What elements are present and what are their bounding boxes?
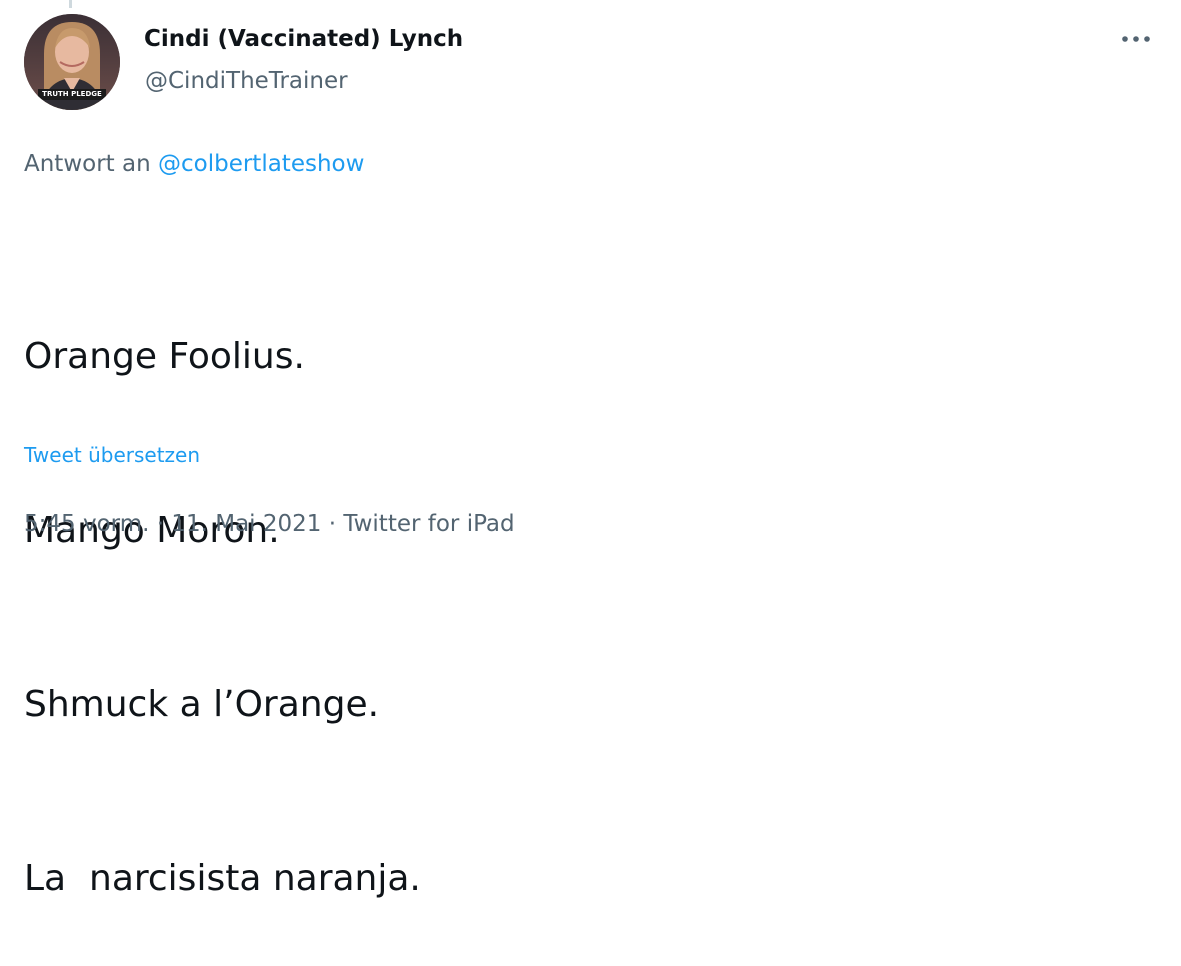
tweet-text: Orange Foolius. Mango Moron. Shmuck a l’… bbox=[24, 212, 421, 966]
reply-to-handle-link[interactable]: @colbertlateshow bbox=[158, 151, 364, 177]
more-horizontal-icon bbox=[1122, 36, 1150, 42]
author-handle[interactable]: @CindiTheTrainer bbox=[145, 66, 348, 96]
meta-separator: · bbox=[149, 511, 172, 537]
tweet-date[interactable]: 11. Mai 2021 bbox=[171, 511, 321, 537]
tweet-source[interactable]: Twitter for iPad bbox=[343, 511, 514, 537]
reply-context: Antwort an @colbertlateshow bbox=[24, 149, 364, 179]
reply-prefix: Antwort an bbox=[24, 151, 151, 177]
tweet-metadata: 5:45 vorm. · 11. Mai 2021 · Twitter for … bbox=[24, 509, 515, 539]
translate-tweet-link[interactable]: Tweet übersetzen bbox=[24, 441, 200, 469]
avatar-badge: TRUTH PLEDGE bbox=[38, 89, 106, 100]
meta-separator: · bbox=[321, 511, 344, 537]
tweet-time[interactable]: 5:45 vorm. bbox=[24, 511, 149, 537]
more-options-button[interactable] bbox=[1118, 24, 1154, 54]
thread-connector-line bbox=[69, 0, 72, 8]
tweet-text-line: La narcisista naranja. bbox=[24, 858, 421, 899]
tweet-text-line: Shmuck a l’Orange. bbox=[24, 684, 380, 725]
tweet-text-line: Orange Foolius. bbox=[24, 336, 305, 377]
avatar[interactable]: TRUTH PLEDGE bbox=[24, 14, 120, 110]
author-display-name[interactable]: Cindi (Vaccinated) Lynch bbox=[144, 24, 463, 54]
